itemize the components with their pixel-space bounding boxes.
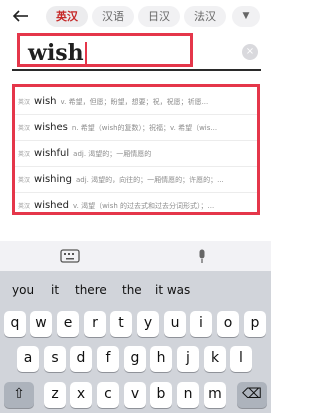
suggestion-word: wish: [34, 96, 57, 107]
key-y[interactable]: y: [137, 311, 159, 337]
key-g[interactable]: g: [124, 346, 146, 372]
prediction-bar: you it there the it was: [0, 271, 271, 309]
key-e[interactable]: e: [57, 311, 79, 337]
language-tab-bar: 英汉 汉语 日汉 法汉 ▼: [0, 0, 271, 32]
key-b[interactable]: b: [150, 382, 172, 408]
keyboard-icon[interactable]: [60, 249, 80, 263]
prediction-item[interactable]: there: [75, 283, 107, 297]
more-tabs-button[interactable]: ▼: [232, 6, 260, 27]
key-i[interactable]: i: [190, 311, 212, 337]
dictionary-badge: 英汉: [18, 203, 31, 210]
key-p[interactable]: p: [244, 311, 266, 337]
suggestion-word: wishful: [34, 148, 70, 159]
tab-chinese[interactable]: 汉语: [92, 6, 134, 27]
key-f[interactable]: f: [97, 346, 119, 372]
key-k[interactable]: k: [204, 346, 226, 372]
suggestion-item[interactable]: 英汉 wish v. 希望，但愿；盼望，想要；祝，祝愿；祈愿...: [15, 89, 257, 114]
suggestion-word: wishes: [34, 122, 68, 133]
key-u[interactable]: u: [164, 311, 186, 337]
dictionary-badge: 英汉: [18, 99, 31, 106]
suggestion-word: wished: [34, 200, 70, 211]
search-input-value: wish: [28, 40, 84, 66]
microphone-icon[interactable]: [192, 249, 212, 263]
suggestion-item[interactable]: 英汉 wishful adj. 渴望的；一厢情愿的: [15, 141, 257, 166]
prediction-item[interactable]: you: [12, 283, 34, 297]
chevron-down-icon: ▼: [242, 11, 250, 21]
suggestion-definition: adj. 渴望的，向往的；一厢情愿的；许愿的；...: [75, 175, 224, 184]
key-v[interactable]: v: [124, 382, 146, 408]
key-r[interactable]: r: [84, 311, 106, 337]
key-w[interactable]: w: [30, 311, 52, 337]
shift-key[interactable]: ⇧: [4, 382, 34, 408]
key-o[interactable]: o: [217, 311, 239, 337]
tab-french-chinese[interactable]: 法汉: [184, 6, 226, 27]
prediction-item[interactable]: the: [122, 283, 142, 297]
dictionary-badge: 英汉: [18, 151, 31, 158]
key-q[interactable]: q: [4, 311, 26, 337]
suggestion-item[interactable]: 英汉 wished v. 渴望（wish 的过去式和过去分词形式）；...: [15, 193, 257, 212]
key-a[interactable]: a: [17, 346, 39, 372]
key-h[interactable]: h: [150, 346, 172, 372]
suggestion-definition: adj. 渴望的；一厢情愿的: [73, 149, 152, 158]
key-x[interactable]: x: [70, 382, 92, 408]
clear-search-button[interactable]: ×: [242, 44, 258, 60]
key-l[interactable]: l: [230, 346, 252, 372]
search-input[interactable]: wish: [17, 33, 193, 67]
suggestion-definition: v. 渴望（wish 的过去式和过去分词形式）；...: [73, 201, 215, 210]
on-screen-keyboard: you it there the it was q w e r t y u i …: [0, 271, 271, 413]
shift-icon: ⇧: [13, 386, 25, 402]
prediction-item[interactable]: it was: [155, 283, 190, 297]
key-t[interactable]: t: [110, 311, 132, 337]
search-underline: [12, 69, 261, 71]
key-m[interactable]: m: [204, 382, 226, 408]
search-area: wish ×: [12, 33, 261, 71]
tab-english-chinese[interactable]: 英汉: [46, 6, 88, 27]
suggestion-word: wishing: [34, 174, 72, 185]
dictionary-badge: 英汉: [18, 177, 31, 184]
back-arrow-icon[interactable]: [10, 6, 32, 26]
key-c[interactable]: c: [97, 382, 119, 408]
key-n[interactable]: n: [177, 382, 199, 408]
suggestion-definition: v. 希望，但愿；盼望，想要；祝，祝愿；祈愿...: [60, 97, 209, 106]
key-j[interactable]: j: [177, 346, 199, 372]
suggestion-list: 英汉 wish v. 希望，但愿；盼望，想要；祝，祝愿；祈愿... 英汉 wis…: [12, 84, 260, 215]
dictionary-badge: 英汉: [18, 125, 31, 132]
close-icon: ×: [245, 46, 255, 57]
text-caret: [85, 42, 87, 64]
key-z[interactable]: z: [44, 382, 66, 408]
suggestion-item[interactable]: 英汉 wishing adj. 渴望的，向往的；一厢情愿的；许愿的；...: [15, 167, 257, 192]
tab-japanese-chinese[interactable]: 日汉: [138, 6, 180, 27]
suggestion-definition: n. 希望（wish的复数）；祝福；v. 希望（wis...: [71, 123, 218, 132]
key-d[interactable]: d: [70, 346, 92, 372]
backspace-icon: ⌫: [242, 386, 262, 402]
delete-key[interactable]: ⌫: [237, 382, 267, 408]
prediction-item[interactable]: it: [51, 283, 59, 297]
key-s[interactable]: s: [44, 346, 66, 372]
suggestion-item[interactable]: 英汉 wishes n. 希望（wish的复数）；祝福；v. 希望（wis...: [15, 115, 257, 140]
keyboard-toolbar: [0, 241, 271, 271]
